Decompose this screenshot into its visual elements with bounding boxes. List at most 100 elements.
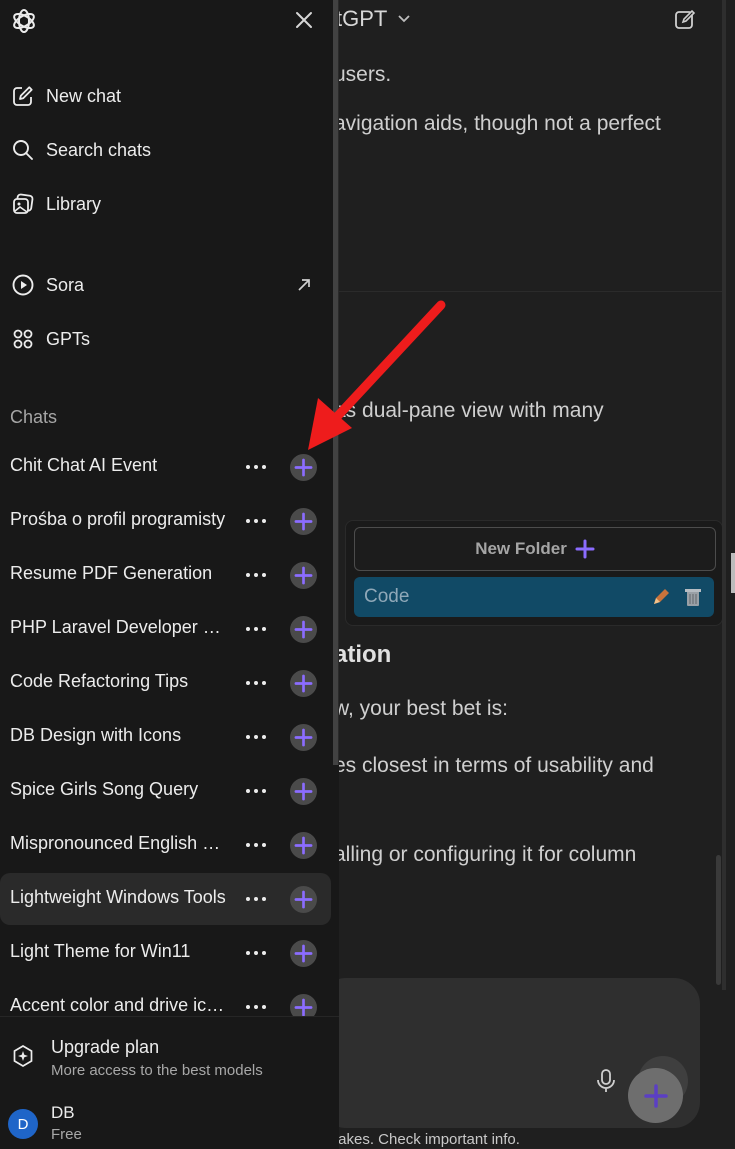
plus-icon — [294, 566, 313, 585]
message-text-line: users. — [334, 63, 392, 86]
chat-title: Resume PDF Generation — [10, 563, 213, 583]
message-text-line: alling or configuring it for column — [334, 843, 637, 866]
chat-item[interactable]: PHP Laravel Developer Profile — [0, 603, 331, 655]
more-options-icon[interactable] — [244, 779, 268, 803]
chat-item[interactable]: Resume PDF Generation — [0, 549, 331, 601]
add-to-folder-button[interactable] — [290, 778, 317, 805]
chat-item[interactable]: Light Theme for Win11 — [0, 927, 331, 979]
account-plan: Free — [51, 1126, 82, 1143]
divider — [334, 291, 722, 292]
new-chat-icon — [13, 86, 33, 106]
main-scrollbar-track[interactable] — [722, 0, 726, 990]
add-to-folder-button[interactable] — [290, 670, 317, 697]
sora-play-icon — [12, 274, 34, 296]
upgrade-plan-button[interactable]: Upgrade plan More access to the best mod… — [0, 1027, 330, 1085]
new-folder-label: New Folder — [475, 539, 567, 558]
folder-row[interactable]: Code — [354, 577, 714, 617]
chat-title: Spice Girls Song Query — [10, 779, 199, 799]
chat-title: DB Design with Icons — [10, 725, 182, 745]
chevron-down-icon[interactable] — [396, 10, 412, 26]
sidebar-footer: Upgrade plan More access to the best mod… — [0, 1016, 339, 1149]
chat-title: Code Refactoring Tips — [10, 671, 189, 691]
nav-gpts[interactable]: GPTs — [0, 319, 330, 359]
more-options-icon[interactable] — [244, 887, 268, 911]
chat-item[interactable]: Mispronounced English Words — [0, 819, 331, 871]
nav-label: Search chats — [46, 139, 152, 160]
chat-item[interactable]: Code Refactoring Tips — [0, 657, 331, 709]
close-sidebar-icon[interactable] — [292, 8, 316, 32]
chat-title: Light Theme for Win11 — [10, 941, 191, 961]
more-options-icon[interactable] — [244, 563, 268, 587]
chat-item[interactable]: Chit Chat AI Event — [0, 441, 331, 493]
plus-icon — [294, 782, 313, 801]
more-options-icon[interactable] — [244, 725, 268, 749]
avatar: D — [8, 1109, 38, 1139]
plus-icon — [294, 890, 313, 909]
external-link-arrow-icon — [298, 279, 310, 291]
more-options-icon[interactable] — [244, 509, 268, 533]
search-icon — [13, 140, 33, 160]
add-to-folder-button[interactable] — [290, 562, 317, 589]
microphone-icon[interactable] — [594, 1068, 618, 1094]
plus-icon — [643, 1083, 668, 1108]
chats-section-title: Chats — [10, 407, 58, 427]
new-chat-edit-icon[interactable] — [673, 8, 697, 32]
add-to-folder-button[interactable] — [290, 832, 317, 859]
nav-new-chat[interactable]: New chat — [0, 76, 330, 116]
more-options-icon[interactable] — [244, 455, 268, 479]
openai-logo-icon[interactable] — [10, 7, 38, 35]
nav-search-chats[interactable]: Search chats — [0, 130, 330, 170]
message-text-line: as dual-pane view with many — [334, 399, 604, 422]
disclaimer-text: takes. Check important info. — [334, 1131, 520, 1148]
chat-item[interactable]: Prośba o profil programisty — [0, 495, 331, 547]
chat-title: Lightweight Windows Tools — [10, 887, 226, 907]
plus-icon — [294, 512, 313, 531]
add-to-folder-button[interactable] — [290, 616, 317, 643]
message-text-line: es closest in terms of usability and — [334, 754, 654, 777]
more-options-icon[interactable] — [244, 833, 268, 857]
upgrade-title: Upgrade plan — [51, 1037, 160, 1057]
library-icon — [13, 193, 34, 214]
main-scrollbar-thumb[interactable] — [716, 855, 721, 985]
section-heading: ation — [334, 641, 392, 668]
chat-item[interactable]: Lightweight Windows Tools — [0, 873, 331, 925]
plus-icon — [575, 539, 595, 559]
floating-plus-button[interactable] — [628, 1068, 683, 1123]
upgrade-sparkle-icon — [13, 1045, 33, 1067]
trash-icon[interactable] — [682, 586, 704, 608]
plus-icon — [294, 998, 313, 1017]
add-to-folder-button[interactable] — [290, 940, 317, 967]
plus-icon — [294, 728, 313, 747]
add-to-folder-button[interactable] — [290, 454, 317, 481]
plus-icon — [294, 944, 313, 963]
new-folder-button[interactable]: New Folder — [354, 527, 716, 571]
gpts-grid-icon — [13, 329, 33, 349]
nav-sora[interactable]: Sora — [0, 265, 330, 305]
folder-panel: New Folder Code — [345, 520, 723, 626]
nav-label: Sora — [46, 274, 85, 295]
chat-title: Prośba o profil programisty — [10, 509, 226, 529]
message-text-line: w, your best bet is: — [334, 697, 508, 720]
chat-title: Accent color and drive icons — [10, 995, 228, 1015]
chat-item[interactable]: Spice Girls Song Query — [0, 765, 331, 817]
add-to-folder-button[interactable] — [290, 508, 317, 535]
model-title[interactable]: tGPT — [336, 6, 387, 32]
add-to-folder-button[interactable] — [290, 886, 317, 913]
pencil-icon[interactable] — [650, 586, 672, 608]
chat-item[interactable]: DB Design with Icons — [0, 711, 331, 763]
plus-icon — [294, 674, 313, 693]
more-options-icon[interactable] — [244, 617, 268, 641]
nav-label: GPTs — [46, 328, 91, 349]
add-to-folder-button[interactable] — [290, 724, 317, 751]
plus-icon — [294, 458, 313, 477]
sidebar-scrollbar-thumb[interactable] — [333, 0, 338, 765]
account-menu[interactable]: D DB Free — [0, 1097, 330, 1149]
chat-title: Chit Chat AI Event — [10, 455, 158, 475]
nav-label: Library — [46, 193, 102, 214]
more-options-icon[interactable] — [244, 671, 268, 695]
more-options-icon[interactable] — [244, 941, 268, 965]
chat-title: PHP Laravel Developer Profile — [10, 617, 228, 637]
edge-marker — [731, 553, 735, 593]
sidebar: New chat Search chats Library Sora GPTs … — [0, 0, 339, 1149]
nav-library[interactable]: Library — [0, 184, 330, 224]
